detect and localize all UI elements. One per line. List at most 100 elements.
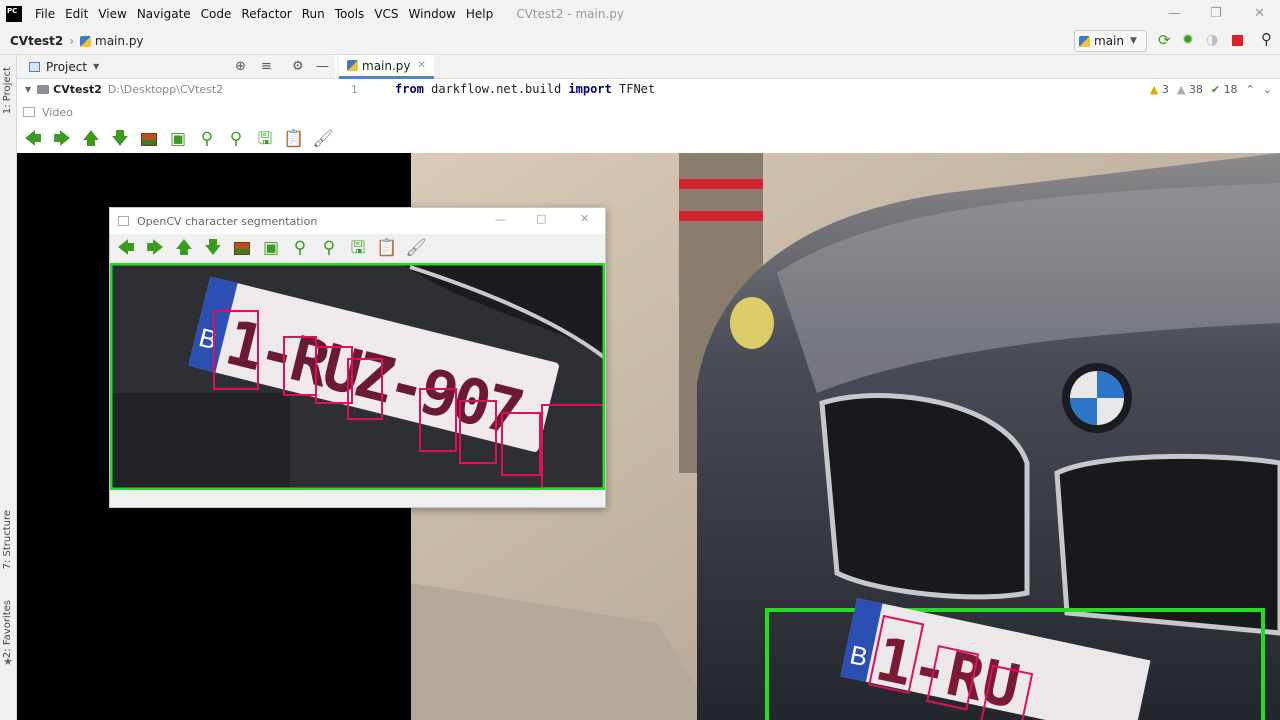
arrow-right-icon[interactable]: 🡆 (145, 238, 165, 258)
weak-warning-icon: ▲ (1176, 83, 1186, 96)
zoom-out-icon[interactable]: ⚲ (319, 238, 339, 258)
properties-icon[interactable]: 🖌 (405, 238, 427, 258)
zoom-in-icon[interactable]: ⚲ (197, 129, 217, 149)
code-editor[interactable]: 1 from darkflow.net.build import TFNet ▲… (337, 79, 1280, 99)
project-view-icon (29, 61, 40, 72)
menu-help[interactable]: Help (461, 7, 498, 21)
editor-tab-bar (337, 55, 1280, 79)
video-toolbar: 🡄 🡆 🡅 🡇 ▣ ⚲ ⚲ 🖫 📋 🖌 (17, 125, 1280, 153)
rerun-icon[interactable]: ⟳ (1158, 31, 1172, 49)
menubar: PC File Edit View Navigate Code Refactor… (0, 0, 1280, 28)
line-number: 1 (351, 82, 358, 96)
menu-view[interactable]: View (93, 7, 131, 21)
segmentation-svg: B 1-RUZ-907 (110, 263, 605, 490)
zoom-in-icon[interactable]: ⚲ (290, 238, 310, 258)
tab-structure[interactable]: 7: Structure (2, 510, 13, 569)
window-icon (23, 107, 35, 117)
save-icon[interactable]: 🖫 (255, 129, 275, 149)
warning-icon: ▲ (1149, 83, 1159, 96)
locate-icon[interactable]: ⊕ (235, 59, 246, 74)
fit-window-icon[interactable]: ▣ (261, 238, 281, 258)
menu-edit[interactable]: Edit (60, 7, 93, 21)
project-tree-root[interactable]: ▼ CVtest2 D:\Desktopp\CVtest2 (17, 79, 335, 99)
inspection-widget[interactable]: ▲ 3 ▲ 38 ✔ 18 ⌃ ⌄ (1150, 83, 1272, 96)
tab-main-py[interactable]: main.py ✕ (339, 55, 434, 79)
debug-icon[interactable]: ✹ (1182, 32, 1196, 48)
breadcrumb-separator: › (69, 34, 75, 48)
minimize-icon[interactable]: — (1168, 6, 1181, 21)
zoom-out-icon[interactable]: ⚲ (226, 129, 246, 149)
menu-run[interactable]: Run (297, 7, 330, 21)
tree-root-path: D:\Desktopp\CVtest2 (107, 82, 224, 96)
code-module: darkflow.net.build (423, 82, 569, 96)
folder-icon (37, 84, 50, 94)
opencv-titlebar: OpenCV character segmentation — □ ✕ (110, 208, 605, 234)
image-icon[interactable] (139, 129, 159, 149)
run-config-selector[interactable]: main ▼ (1074, 30, 1147, 52)
fit-window-icon[interactable]: ▣ (168, 129, 188, 149)
pycharm-logo-icon: PC (6, 6, 22, 22)
breadcrumb-file[interactable]: main.py (95, 34, 144, 48)
arrow-down-icon[interactable]: 🡇 (203, 238, 223, 258)
save-icon[interactable]: 🖫 (348, 238, 368, 258)
chevron-down-icon: ▼ (1129, 36, 1137, 46)
arrow-up-icon[interactable]: 🡅 (81, 129, 101, 149)
python-config-icon (1079, 35, 1090, 47)
arrow-down-icon[interactable]: 🡇 (110, 129, 130, 149)
copy-icon[interactable]: 📋 (283, 129, 304, 149)
minimize-icon[interactable]: — (495, 213, 506, 226)
menu-refactor[interactable]: Refactor (236, 7, 296, 21)
code-name: TFNet (611, 82, 656, 96)
expand-arrow-icon[interactable]: ▼ (25, 85, 31, 94)
python-file-icon (347, 60, 358, 71)
opencv-window-title: OpenCV character segmentation (137, 214, 318, 228)
kidney-grille-right (1054, 453, 1280, 636)
window-title: CVtest2 - main.py (516, 7, 624, 21)
collapse-all-icon[interactable]: ≡ (261, 59, 272, 74)
hide-icon[interactable]: — (316, 59, 329, 74)
properties-icon[interactable]: 🖌 (312, 129, 334, 149)
close-icon[interactable]: ✕ (580, 212, 589, 225)
arrow-left-icon[interactable]: 🡄 (23, 129, 43, 149)
arrow-left-icon[interactable]: 🡄 (116, 238, 136, 258)
chevron-up-icon[interactable]: ⌃ (1246, 83, 1255, 96)
code-keyword-from: from (395, 82, 424, 96)
video-window-title: Video (42, 105, 73, 119)
tab-project[interactable]: 1: Project (2, 67, 13, 114)
arrow-right-icon[interactable]: 🡆 (52, 129, 72, 149)
menu-tools[interactable]: Tools (330, 7, 370, 21)
chevron-down-icon[interactable]: ⌄ (1263, 83, 1272, 96)
tab-close-icon[interactable]: ✕ (418, 60, 426, 71)
check-icon: ✔ (1210, 83, 1221, 96)
search-icon[interactable]: ⚲ (1261, 30, 1275, 48)
arrow-up-icon[interactable]: 🡅 (174, 238, 194, 258)
video-window-titlebar: Video (17, 99, 1280, 125)
breadcrumb-project[interactable]: CVtest2 (10, 34, 63, 48)
close-icon[interactable]: ✕ (1254, 6, 1265, 21)
image-icon[interactable] (232, 238, 252, 258)
chevron-down-icon[interactable]: ▼ (93, 62, 99, 71)
menu-vcs[interactable]: VCS (369, 7, 403, 21)
project-panel-title[interactable]: Project (46, 60, 87, 74)
gear-icon[interactable]: ⚙ (292, 59, 304, 74)
project-panel-header: Project ▼ ⊕ ≡ ⚙ — (17, 55, 335, 79)
window-icon (118, 216, 129, 226)
copy-icon[interactable]: 📋 (376, 238, 397, 258)
segmentation-image: B 1-RUZ-907 (110, 263, 605, 490)
coverage-icon[interactable]: ◑ (1206, 32, 1220, 48)
kidney-grille-left (819, 393, 1030, 600)
maximize-icon[interactable]: □ (536, 212, 546, 225)
menu-file[interactable]: File (30, 7, 60, 21)
menu-window[interactable]: Window (404, 7, 461, 21)
weak-warning-count: ▲ 38 (1176, 83, 1203, 96)
python-file-icon (80, 35, 92, 47)
star-icon: ★ (3, 655, 13, 668)
menu-code[interactable]: Code (196, 7, 237, 21)
restore-icon[interactable]: ❐ (1210, 6, 1222, 21)
opencv-window[interactable]: OpenCV character segmentation — □ ✕ 🡄 🡆 … (109, 207, 606, 508)
cursor-highlight (730, 297, 774, 349)
warning-count: ▲ 3 (1149, 83, 1169, 96)
stop-icon[interactable] (1232, 35, 1243, 46)
tab-favorites[interactable]: 2: Favorites (2, 600, 13, 658)
menu-navigate[interactable]: Navigate (132, 7, 196, 21)
